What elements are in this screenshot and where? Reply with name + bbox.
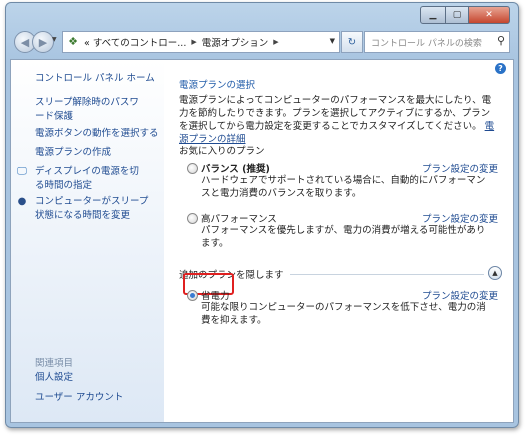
breadcrumb-all-control-panel[interactable]: « すべてのコントロー... (84, 35, 186, 49)
caption-buttons: ▁ ▢ ✕ (420, 6, 510, 24)
search-placeholder: コントロール パネルの検索 (371, 38, 482, 49)
favorites-heading-label: お気に入りのプラン (179, 146, 265, 157)
sidebar-link-user-accounts[interactable]: ユーザー アカウント (35, 391, 163, 405)
breadcrumb-separator-icon[interactable]: ▶ (273, 38, 278, 46)
plan-power-saver-settings-link[interactable]: プラン設定の変更 (422, 288, 498, 302)
back-arrow-icon: ◀ (20, 35, 30, 49)
sidebar-link-display-off[interactable]: ディスプレイの電源を切る時間の指定 (35, 165, 145, 193)
sidebar-link-control-panel-home[interactable]: コントロール パネル ホーム (35, 72, 163, 86)
recent-pages-dropdown[interactable]: ▼ (52, 36, 57, 43)
close-button[interactable]: ✕ (469, 6, 510, 24)
description-text: 電源プランによってコンピューターのパフォーマンスを最大にしたり、電力を節約したり… (179, 95, 492, 132)
help-icon[interactable]: ? (495, 63, 506, 74)
address-bar[interactable]: ❖ « すべてのコントロー... ▶ 電源オプション ▶ ▼ (62, 31, 340, 53)
plan-power-saver-radio[interactable] (187, 290, 198, 301)
sidebar-link-create-plan[interactable]: 電源プランの作成 (35, 146, 163, 160)
search-icon[interactable]: ⚲ (497, 34, 505, 47)
favorites-heading: お気に入りのプラン (179, 143, 504, 157)
collapse-chevron-icon[interactable]: ▲ (488, 266, 502, 280)
page-title: 電源プランの選択 (179, 80, 256, 91)
plan-high-performance-settings-link[interactable]: プラン設定の変更 (422, 211, 498, 225)
navigation-bar: ◀ ▶ ▼ ❖ « すべてのコントロー... ▶ 電源オプション ▶ ▼ ↻ コ… (14, 30, 510, 54)
forward-button[interactable]: ▶ (32, 31, 54, 53)
plan-balanced-radio[interactable] (187, 163, 198, 174)
plan-balanced-settings-link[interactable]: プラン設定の変更 (422, 161, 498, 175)
breadcrumb-separator-icon[interactable]: ▶ (191, 38, 196, 46)
minimize-button[interactable]: ▁ (420, 6, 446, 24)
related-heading: 関連項目 (35, 358, 74, 369)
breadcrumb-power-options[interactable]: 電源オプション (202, 35, 269, 49)
refresh-button[interactable]: ↻ (341, 31, 363, 53)
plan-power-saver-name[interactable]: 省電力 (201, 288, 230, 302)
plan-power-saver-description: 可能な限りコンピューターのパフォーマンスを低下させ、電力の消費を抑えます。 (201, 302, 486, 326)
plan-balanced-name[interactable]: バランス (推奨) (201, 161, 270, 175)
forward-arrow-icon: ▶ (38, 35, 48, 49)
plan-balanced-description: ハードウェアでサポートされている場合に、自動的にパフォーマンスと電力消費のバラン… (201, 175, 486, 199)
plan-high-performance-radio[interactable] (187, 213, 198, 224)
display-icon: 🖵 (17, 166, 27, 177)
sidebar-link-power-button[interactable]: 電源ボタンの動作を選択する (35, 127, 163, 141)
divider (289, 273, 484, 275)
refresh-icon: ↻ (347, 36, 357, 48)
explorer-window: ▁ ▢ ✕ ◀ ▶ ▼ ❖ « すべてのコントロー... ▶ 電源オプション ▶… (5, 2, 519, 428)
task-pane: コントロール パネル ホーム スリープ解除時のパスワード保護 電源ボタンの動作を… (11, 60, 164, 422)
search-box[interactable]: コントロール パネルの検索 ⚲ (364, 31, 510, 53)
main-panel: ? 電源プランの選択 電源プランによってコンピューターのパフォーマンスを最大にし… (179, 60, 506, 420)
page-description: 電源プランによってコンピューターのパフォーマンスを最大にしたり、電力を節約したり… (179, 94, 497, 146)
maximize-button[interactable]: ▢ (446, 6, 469, 24)
plan-high-performance-description: パフォーマンスを優先しますが、電力の消費が増える可能性があります。 (201, 225, 486, 249)
sidebar-link-personalization[interactable]: 個人設定 (35, 371, 163, 385)
moon-icon: ● (17, 196, 27, 207)
content-area: コントロール パネル ホーム スリープ解除時のパスワード保護 電源ボタンの動作を… (10, 59, 514, 423)
plan-high-performance-name[interactable]: 高パフォーマンス (201, 211, 277, 225)
control-panel-icon: ❖ (68, 35, 78, 48)
sidebar-link-wakeup-password[interactable]: スリープ解除時のパスワード保護 (35, 96, 147, 124)
sidebar-link-sleep-time[interactable]: コンピューターがスリープ状態になる時間を変更 (35, 195, 149, 223)
address-dropdown-icon[interactable]: ▼ (330, 37, 335, 45)
